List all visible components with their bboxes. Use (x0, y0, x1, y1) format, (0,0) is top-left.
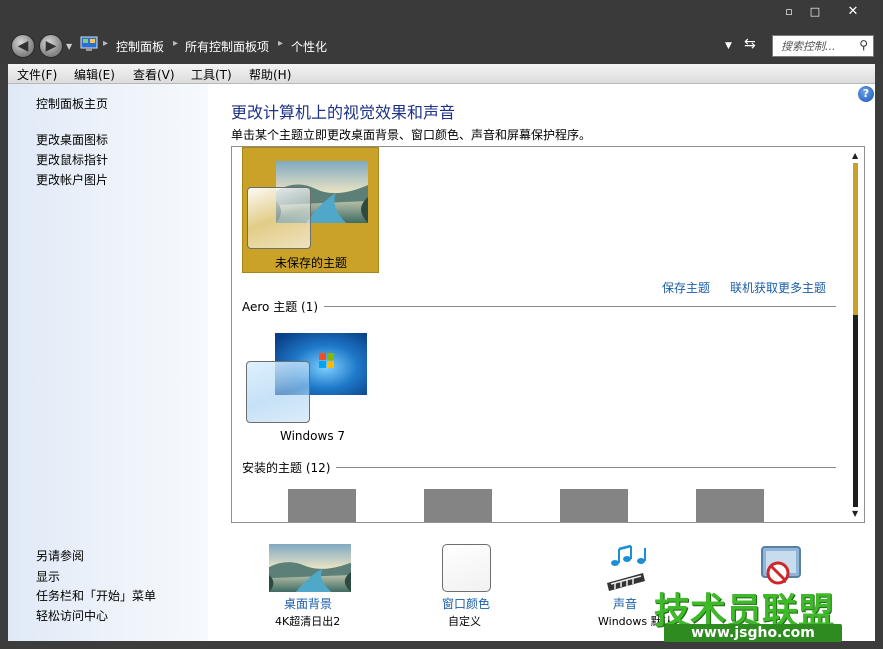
back-button[interactable]: ◀ (11, 34, 35, 58)
window-color-swatch (442, 544, 491, 592)
breadcrumb-personalization[interactable]: 个性化 (291, 38, 327, 55)
recent-pages-dropdown[interactable]: ▼ (66, 42, 72, 51)
maximize-button[interactable]: □ (800, 2, 830, 22)
save-theme-link[interactable]: 保存主题 (662, 279, 710, 296)
installed-theme-thumbnail[interactable] (560, 489, 628, 522)
watermark-url: www.jsgho.com (664, 624, 842, 642)
main-pane: ? 更改计算机上的视觉效果和声音 单击某个主题立即更改桌面背景、窗口颜色、声音和… (208, 84, 875, 641)
scroll-thumb[interactable] (853, 163, 858, 315)
breadcrumb-separator: ▸ (278, 38, 284, 49)
installed-theme-thumbnail[interactable] (424, 489, 492, 522)
forward-button[interactable]: ▶ (39, 34, 63, 58)
sounds-label: 声音 (613, 597, 638, 611)
back-icon: ◀ (17, 38, 29, 54)
theme-windows-7-label: Windows 7 (280, 429, 346, 443)
window-color-label: 窗口颜色 (442, 597, 491, 611)
task-pane: 控制面板主页 更改桌面图标 更改鼠标指针 更改帐户图片 另请参阅 显示 任务栏和… (8, 84, 208, 641)
breadcrumb-all-items[interactable]: 所有控制面板项 (185, 38, 269, 55)
page-title: 更改计算机上的视觉效果和声音 (231, 103, 456, 122)
installed-themes-heading: 安装的主题 (12) (242, 459, 337, 476)
page-subtitle: 单击某个主题立即更改桌面背景、窗口颜色、声音和屏幕保护程序。 (231, 128, 592, 142)
menu-tools[interactable]: 工具(T) (191, 66, 232, 83)
breadcrumb-separator: ▸ (103, 38, 109, 49)
close-button[interactable]: ✕ (836, 2, 870, 22)
menu-help[interactable]: 帮助(H) (249, 66, 291, 83)
change-desktop-icons-link[interactable]: 更改桌面图标 (36, 131, 108, 148)
window-color-value: 自定义 (448, 615, 481, 628)
address-bar: ◀ ▶ ▼ ▸ 控制面板 ▸ 所有控制面板项 ▸ 个性化 ▼ ⇆ ⚲ (0, 28, 883, 64)
control-panel-icon (80, 36, 98, 51)
menu-file[interactable]: 文件(F) (17, 66, 57, 83)
menu-edit[interactable]: 编辑(E) (74, 66, 115, 83)
desktop-background-value: 4K超清日出2 (275, 615, 341, 628)
address-dropdown[interactable]: ▼ (725, 41, 732, 51)
desktop-background-label: 桌面背景 (284, 597, 333, 611)
refresh-icon[interactable]: ⇆ (744, 36, 756, 52)
breadcrumb-separator: ▸ (173, 38, 179, 49)
control-panel-home-link[interactable]: 控制面板主页 (36, 95, 108, 112)
search-icon[interactable]: ⚲ (859, 38, 868, 52)
search-input[interactable] (773, 36, 853, 56)
desktop-background-button[interactable]: 桌面背景 4K超清日出2 (268, 543, 352, 633)
aero-themes-heading: Aero 主题 (1) (242, 298, 325, 315)
sound-notes-icon (607, 544, 646, 591)
desktop-background-thumbnail (269, 544, 351, 592)
installed-theme-thumbnail[interactable] (696, 489, 764, 522)
theme-unsaved[interactable]: 未保存的主题 (242, 147, 379, 273)
change-account-picture-link[interactable]: 更改帐户图片 (36, 171, 108, 188)
breadcrumb-control-panel[interactable]: 控制面板 (116, 38, 164, 55)
scroll-track[interactable] (853, 163, 858, 507)
title-bar: ▫ □ ✕ (0, 0, 883, 28)
get-more-themes-link[interactable]: 联机获取更多主题 (730, 279, 826, 296)
theme-list: 未保存的主题 保存主题 联机获取更多主题 Aero 主题 (1) Windows (231, 146, 865, 523)
theme-windows-7[interactable]: Windows 7 (242, 327, 379, 453)
taskbar-start-menu-link[interactable]: 任务栏和「开始」菜单 (36, 587, 156, 604)
forward-icon: ▶ (45, 38, 57, 54)
change-mouse-pointers-link[interactable]: 更改鼠标指针 (36, 151, 108, 168)
ease-of-access-link[interactable]: 轻松访问中心 (36, 607, 108, 624)
menu-bar: 文件(F) 编辑(E) 查看(V) 工具(T) 帮助(H) (8, 64, 875, 84)
window-color-swatch (246, 361, 310, 423)
group-divider (242, 306, 836, 307)
scroll-down-icon[interactable]: ▼ (852, 509, 858, 518)
display-link[interactable]: 显示 (36, 568, 60, 585)
theme-list-scrollbar[interactable]: ▲ ▼ (849, 147, 864, 522)
see-also-heading: 另请参阅 (36, 549, 85, 563)
installed-theme-thumbnail[interactable] (288, 489, 356, 522)
scroll-up-icon[interactable]: ▲ (852, 151, 858, 160)
theme-unsaved-label: 未保存的主题 (275, 256, 348, 270)
help-icon[interactable]: ? (858, 86, 874, 102)
search-box: ⚲ (772, 35, 874, 57)
window-color-swatch (247, 187, 311, 249)
window-color-button[interactable]: 窗口颜色 自定义 (438, 543, 498, 633)
menu-view[interactable]: 查看(V) (133, 66, 175, 83)
